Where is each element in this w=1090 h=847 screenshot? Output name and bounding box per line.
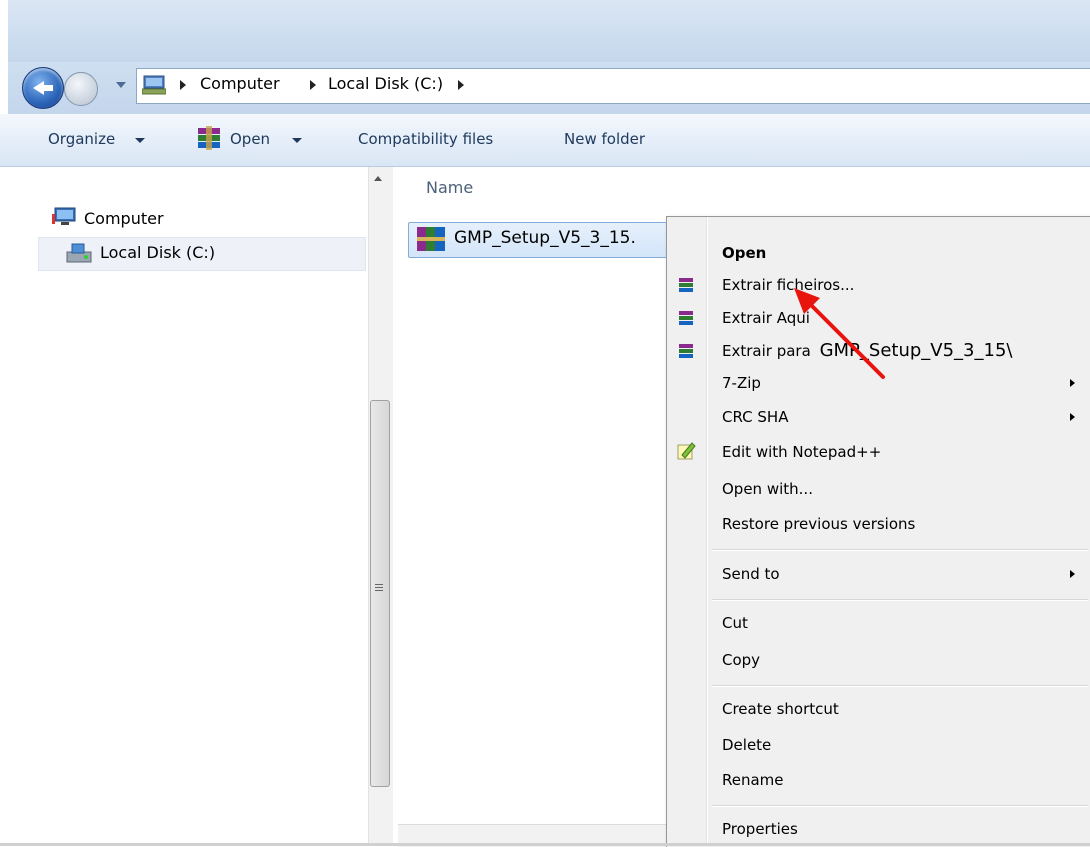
menu-item-open-with[interactable]: Open with... [722, 478, 813, 500]
notepad-plus-plus-icon [677, 442, 696, 460]
menu-item-restore-versions[interactable]: Restore previous versions [722, 513, 915, 535]
winrar-icon [679, 344, 693, 358]
menu-separator [712, 805, 1088, 807]
menu-item-copy[interactable]: Copy [722, 649, 760, 671]
nav-item-computer[interactable]: Computer [84, 208, 164, 230]
scroll-up-arrow-icon[interactable] [374, 176, 382, 181]
local-disk-icon [66, 243, 92, 263]
organize-button[interactable]: Organize [48, 128, 115, 150]
breadcrumb-computer[interactable]: Computer [200, 72, 280, 96]
menu-separator [712, 685, 1088, 687]
menu-item-open[interactable]: Open [722, 242, 766, 264]
menu-item-send-to[interactable]: Send to [722, 563, 780, 585]
file-name[interactable]: GMP_Setup_V5_3_15. [454, 228, 636, 248]
submenu-arrow-icon [1070, 413, 1075, 421]
new-folder-button[interactable]: New folder [564, 128, 645, 150]
menu-separator [712, 549, 1088, 551]
column-header-name[interactable]: Name [426, 178, 473, 197]
scrollbar-grip [375, 584, 383, 585]
open-dropdown-icon[interactable] [292, 138, 302, 143]
forward-button[interactable] [64, 72, 98, 106]
menu-item-crc-sha[interactable]: CRC SHA [722, 406, 788, 428]
scrollbar-grip [375, 590, 383, 591]
submenu-arrow-icon [1070, 379, 1075, 387]
breadcrumb-chevron-icon[interactable] [458, 80, 464, 90]
window-chrome [0, 0, 1090, 62]
recent-pages-dropdown-icon[interactable] [116, 82, 126, 88]
menu-gutter-line [707, 217, 708, 846]
winrar-icon [679, 278, 693, 292]
compatibility-files-button[interactable]: Compatibility files [358, 128, 493, 150]
scrollbar-grip [375, 587, 383, 588]
menu-item-cut[interactable]: Cut [722, 612, 748, 634]
breadcrumb-chevron-icon[interactable] [310, 80, 316, 90]
back-button[interactable] [22, 67, 64, 109]
menu-item-create-shortcut[interactable]: Create shortcut [722, 698, 839, 720]
organize-dropdown-icon[interactable] [135, 138, 145, 143]
menu-item-rename[interactable]: Rename [722, 769, 784, 791]
menu-item-properties[interactable]: Properties [722, 818, 798, 840]
winrar-icon [679, 311, 693, 325]
command-bar [0, 114, 1090, 167]
menu-item-7zip[interactable]: 7-Zip [722, 372, 761, 394]
menu-item-delete[interactable]: Delete [722, 734, 771, 756]
computer-icon [142, 75, 166, 95]
winrar-archive-icon [417, 227, 445, 251]
open-button[interactable]: Open [230, 128, 270, 150]
submenu-arrow-icon [1070, 570, 1075, 578]
annotation-arrow-icon [794, 288, 885, 379]
nav-item-local-disk[interactable]: Local Disk (C:) [100, 242, 215, 264]
menu-separator [712, 599, 1088, 601]
menu-item-edit-notepad[interactable]: Edit with Notepad++ [722, 441, 881, 463]
breadcrumb-local-disk[interactable]: Local Disk (C:) [328, 72, 443, 96]
computer-icon [52, 207, 76, 225]
breadcrumb-chevron-icon[interactable] [180, 80, 186, 90]
winrar-icon [198, 126, 220, 150]
scrollbar-thumb[interactable] [370, 400, 390, 787]
